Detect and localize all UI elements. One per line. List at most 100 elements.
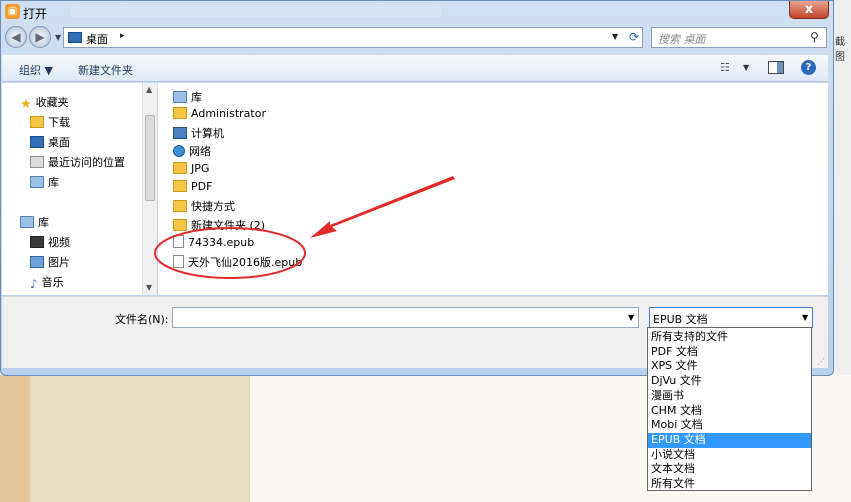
recent-locations-dropdown-icon[interactable]: ▼ [55,33,61,42]
back-arrow-icon: ◀ [11,30,21,44]
organize-button[interactable]: 组织 ▼ [19,62,53,78]
address-bar[interactable]: 桌面 ▸ ▼ [63,27,643,48]
file-name: 库 [191,91,202,104]
file-item-network[interactable]: 网络 [173,143,211,159]
file-icon [173,235,184,248]
nav-item-recent-places[interactable]: 最近访问的位置 [30,154,125,170]
view-dropdown-icon[interactable]: ▼ [743,63,749,72]
search-placeholder: 搜索 桌面 [658,33,706,46]
address-current-location[interactable]: 桌面 [86,31,108,47]
folder-icon [173,162,187,174]
file-type-option[interactable]: Mobi 文档 [648,418,811,433]
file-item-pdf-folder[interactable]: PDF [173,180,212,193]
file-item-libraries[interactable]: 库 [173,89,202,105]
search-icon[interactable]: ⚲ [810,30,819,44]
forward-arrow-icon: ▶ [35,30,45,44]
nav-item-label: 视频 [48,236,70,249]
file-type-option[interactable]: XPS 文件 [648,359,811,374]
desktop-background-middle [30,375,250,502]
desktop-icon [30,136,44,148]
network-icon [173,145,185,157]
address-chevron-icon[interactable]: ▸ [120,31,125,41]
file-item-shortcuts-folder[interactable]: 快捷方式 [173,198,235,214]
new-folder-button[interactable]: 新建文件夹 [78,62,133,78]
scrollbar-thumb[interactable] [145,115,155,201]
file-type-select[interactable]: EPUB 文档 ▼ [649,307,813,328]
file-name: Administrator [191,107,266,120]
file-item-new-folder-2[interactable]: 新建文件夹 (2) [173,217,265,233]
user-folder-icon [173,107,187,119]
file-item-computer[interactable]: 计算机 [173,125,224,141]
file-type-dropdown-list: 所有支持的文件 PDF 文档 XPS 文件 DjVu 文件 漫画书 CHM 文档 Mobi … [647,327,812,491]
file-type-dropdown-icon[interactable]: ▼ [802,313,808,322]
file-type-option[interactable]: CHM 文档 [648,404,811,419]
back-button[interactable]: ◀ [5,26,27,48]
open-file-dialog: ▣ 打开 x ◀ ▶ ▼ 桌面 ▸ ▼ ⟳ 搜索 桌面 ⚲ 组织 ▼ 新建文件夹… [0,0,834,376]
title-bar[interactable]: ▣ 打开 x [1,1,833,23]
file-item-tianwai-epub[interactable]: 天外飞仙2016版.epub [173,254,302,270]
file-name: 网络 [189,145,211,158]
file-type-option[interactable]: 漫画书 [648,389,811,404]
file-item-74334-epub[interactable]: 74334.epub [173,235,254,249]
nav-item-desktop[interactable]: 桌面 [30,134,70,150]
close-button[interactable]: x [789,1,829,19]
file-type-option[interactable]: 所有支持的文件 [648,330,811,345]
nav-item-label: 下载 [48,116,70,129]
file-list-pane: 库 Administrator 计算机 网络 JPG PDF 快捷方式 新建文件… [158,83,828,295]
nav-item-videos[interactable]: 视频 [30,234,70,250]
recent-places-icon [30,156,44,168]
file-item-jpg-folder[interactable]: JPG [173,162,209,175]
star-icon: ★ [20,97,32,112]
picture-icon [30,256,44,268]
computer-icon [173,127,187,139]
navigation-scrollbar[interactable]: ▲ ▼ [142,83,157,295]
file-name: 快捷方式 [191,200,235,213]
music-icon: ♪ [30,277,38,291]
file-name: PDF [191,180,213,193]
nav-libraries-header[interactable]: 库 [20,214,49,230]
navigation-pane: ★ 收藏夹 下载 桌面 最近访问的位置 库 库 视频 图片 ♪ 音乐 [2,83,142,295]
search-input[interactable]: 搜索 桌面 ⚲ [651,27,827,48]
nav-item-pictures[interactable]: 图片 [30,254,70,270]
file-type-option[interactable]: 所有文件 [648,477,811,492]
view-options-icon[interactable]: ☷ [720,61,730,74]
library-icon [173,91,187,103]
filename-input[interactable]: ▼ [172,307,639,328]
refresh-button[interactable]: ⟳ [624,28,644,47]
desktop-icon [68,32,82,43]
file-type-selected: EPUB 文档 [653,313,708,326]
filename-label: 文件名(N): [115,313,169,326]
file-type-option[interactable]: PDF 文档 [648,345,811,360]
file-item-administrator[interactable]: Administrator [173,107,266,120]
file-name: 计算机 [191,127,224,140]
address-dropdown-icon[interactable]: ▼ [612,32,618,41]
background-window-text: 截图 [835,37,845,63]
scroll-up-icon[interactable]: ▲ [146,85,152,94]
nav-favorites-header[interactable]: ★ 收藏夹 [20,94,69,112]
preview-pane-icon[interactable] [768,61,784,74]
file-name: 新建文件夹 (2) [191,219,266,232]
file-type-option[interactable]: 文本文档 [648,462,811,477]
nav-item-label: 收藏夹 [35,96,69,109]
folder-icon [173,180,187,192]
scroll-down-icon[interactable]: ▼ [146,283,152,292]
file-type-option[interactable]: EPUB 文档 [648,432,811,448]
nav-item-downloads[interactable]: 下载 [30,114,70,130]
resize-grip-icon[interactable]: ⋰ [817,357,825,366]
filename-dropdown-icon[interactable]: ▼ [628,313,634,322]
nav-item-music[interactable]: ♪ 音乐 [30,274,64,291]
nav-item-label: 图片 [48,256,70,269]
file-type-option[interactable]: DjVu 文件 [648,374,811,389]
nav-item-label: 库 [48,176,59,189]
window-title: 打开 [23,7,48,21]
file-type-option[interactable]: 小说文档 [648,448,811,463]
file-name: JPG [191,162,210,175]
forward-button[interactable]: ▶ [29,26,51,48]
nav-item-libraries-fav[interactable]: 库 [30,174,59,190]
folder-icon [173,200,187,212]
downloads-folder-icon [30,116,44,128]
help-icon[interactable]: ? [801,60,816,75]
file-name: 74334.epub [188,236,255,249]
command-toolbar: 组织 ▼ 新建文件夹 ☷ ▼ ? [2,55,828,82]
app-icon: ▣ [5,4,20,19]
